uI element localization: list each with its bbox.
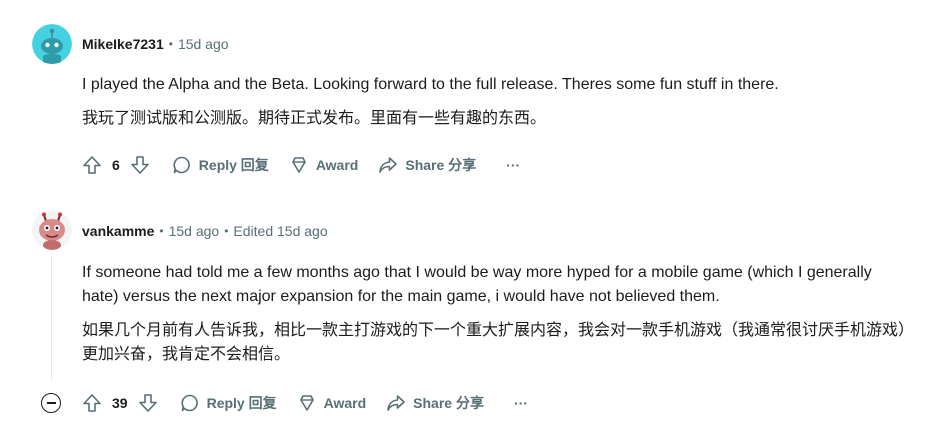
timestamp[interactable]: 15d ago	[178, 36, 229, 52]
share-label: Share 分享	[405, 157, 477, 173]
comment-meta: MikeIke7231 • 15d ago	[82, 36, 229, 52]
thread-line[interactable]	[51, 254, 52, 381]
more-options-icon: ···	[506, 157, 521, 173]
collapse-thread-button[interactable]	[41, 393, 61, 413]
username[interactable]: MikeIke7231	[82, 36, 164, 52]
reply-button[interactable]: Reply 回复	[172, 155, 269, 175]
reply-button[interactable]: Reply 回复	[180, 393, 277, 413]
upvote-button[interactable]	[80, 153, 104, 177]
vote-group: 39	[80, 391, 160, 415]
comment-bubble-icon	[173, 156, 190, 174]
avatar[interactable]	[32, 24, 72, 64]
comment-text-en: I played the Alpha and the Beta. Looking…	[82, 76, 779, 93]
award-button[interactable]: Award	[297, 393, 367, 413]
vote-group: 6	[80, 153, 152, 177]
share-icon	[379, 157, 398, 173]
separator-dot: •	[224, 224, 229, 238]
award-button[interactable]: Award	[289, 155, 359, 175]
separator-dot: •	[159, 224, 164, 238]
pink-creature-avatar-icon	[32, 210, 72, 250]
upvote-icon	[83, 156, 101, 174]
share-button[interactable]: Share 分享	[386, 393, 484, 413]
avatar[interactable]	[32, 210, 72, 250]
vote-score: 6	[112, 157, 120, 173]
share-label: Share 分享	[413, 395, 484, 411]
upvote-button[interactable]	[80, 391, 104, 415]
upvote-icon	[83, 394, 101, 412]
more-options-button[interactable]: ···	[514, 395, 528, 411]
comment-actions: 39 Reply 回复 Award Share 分享 ···	[80, 391, 528, 415]
comment-bubble-icon	[181, 394, 198, 412]
comment-text-en: If someone had told me a few months ago …	[82, 264, 872, 305]
edited-label: Edited 15d ago	[233, 223, 328, 239]
share-icon	[387, 395, 405, 411]
reddit-snoo-avatar-icon	[32, 24, 72, 64]
award-label: Award	[315, 157, 359, 173]
comment-body: I played the Alpha and the Beta. Looking…	[82, 73, 902, 131]
comment: MikeIke7231 • 15d ago I played the Alpha…	[0, 0, 947, 200]
comment-text-zh: 我玩了测试版和公测版。期待正式发布。里面有一些有趣的东西。	[82, 110, 547, 127]
award-icon	[292, 157, 306, 173]
reply-label: Reply 回复	[198, 157, 269, 173]
downvote-button[interactable]	[136, 391, 160, 415]
minus-icon	[46, 402, 56, 404]
award-icon	[299, 395, 314, 411]
more-options-button[interactable]: ···	[506, 157, 520, 173]
comment-meta: vankamme • 15d ago • Edited 15d ago	[82, 223, 328, 239]
downvote-button[interactable]	[128, 153, 152, 177]
comment-text-zh: 如果几个月前有人告诉我，相比一款主打游戏的下一个重大扩展内容，我会对一款手机游戏…	[82, 322, 907, 363]
downvote-icon	[130, 156, 149, 174]
vote-score: 39	[112, 395, 128, 411]
award-label: Award	[323, 395, 367, 411]
separator-dot: •	[168, 37, 173, 51]
more-options-icon: ···	[513, 395, 528, 411]
comment-body: If someone had told me a few months ago …	[82, 261, 912, 367]
username[interactable]: vankamme	[82, 223, 154, 239]
comment-thread: MikeIke7231 • 15d ago I played the Alpha…	[0, 0, 947, 426]
timestamp[interactable]: 15d ago	[169, 223, 220, 239]
reply-label: Reply 回复	[206, 395, 277, 411]
downvote-icon	[138, 394, 157, 412]
share-button[interactable]: Share 分享	[378, 155, 476, 175]
comment: vankamme • 15d ago • Edited 15d ago If s…	[0, 200, 947, 426]
comment-actions: 6 Reply 回复 Award Share 分享 ···	[80, 153, 520, 177]
